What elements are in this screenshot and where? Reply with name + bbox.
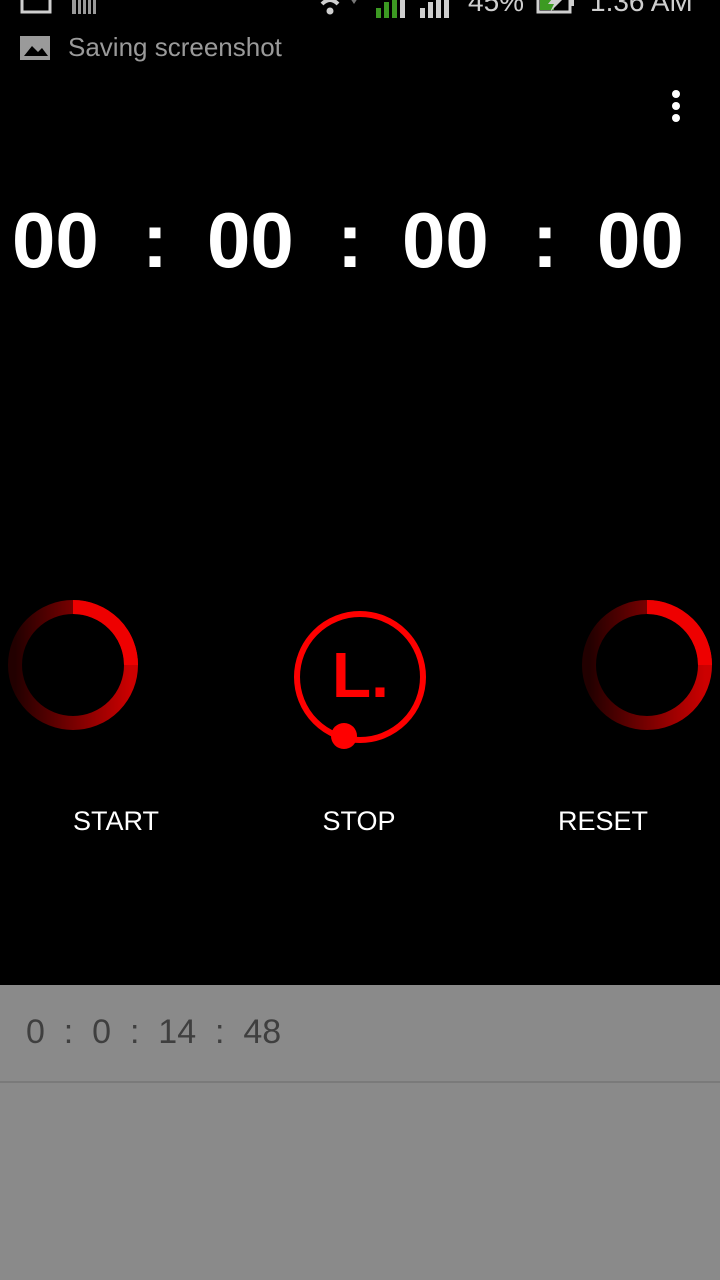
- timer-minutes: 00: [207, 196, 294, 284]
- barcode-notification-icon: [72, 0, 96, 14]
- timer-separator: :: [337, 196, 363, 284]
- status-bar: 45% 1:36 AM Saving screenshot: [0, 0, 720, 62]
- list-item[interactable]: 0 : 0 : 14 : 48: [0, 985, 720, 1083]
- notification-text: Saving screenshot: [68, 32, 282, 62]
- timer-separator: :: [532, 196, 558, 284]
- wifi-icon: [320, 0, 357, 15]
- image-notification-icon: [20, 36, 50, 60]
- timer-separator: :: [142, 196, 168, 284]
- timer-display: 00 : 00 : 00 : 00: [0, 190, 720, 300]
- start-ring-button[interactable]: [6, 598, 140, 732]
- stop-icon-letter: L.: [332, 639, 389, 711]
- battery-charging-icon: [536, 0, 574, 14]
- image-notification-icon: [20, 0, 52, 14]
- reset-button[interactable]: RESET: [503, 806, 703, 837]
- lap-list: 0 : 0 : 14 : 48: [0, 985, 720, 1280]
- timer-centiseconds: 00: [597, 196, 684, 284]
- lap-time: 0 : 0 : 14 : 48: [26, 1013, 282, 1051]
- start-button[interactable]: START: [16, 806, 216, 837]
- reset-ring-button[interactable]: [580, 598, 714, 732]
- timer-seconds: 00: [402, 196, 489, 284]
- battery-percent: 45%: [468, 0, 525, 17]
- stop-button[interactable]: STOP: [259, 806, 459, 837]
- overflow-menu-icon[interactable]: [656, 84, 696, 128]
- signal-icon: [376, 0, 449, 18]
- clock: 1:36 AM: [590, 0, 693, 17]
- timer-hours: 00: [12, 196, 99, 284]
